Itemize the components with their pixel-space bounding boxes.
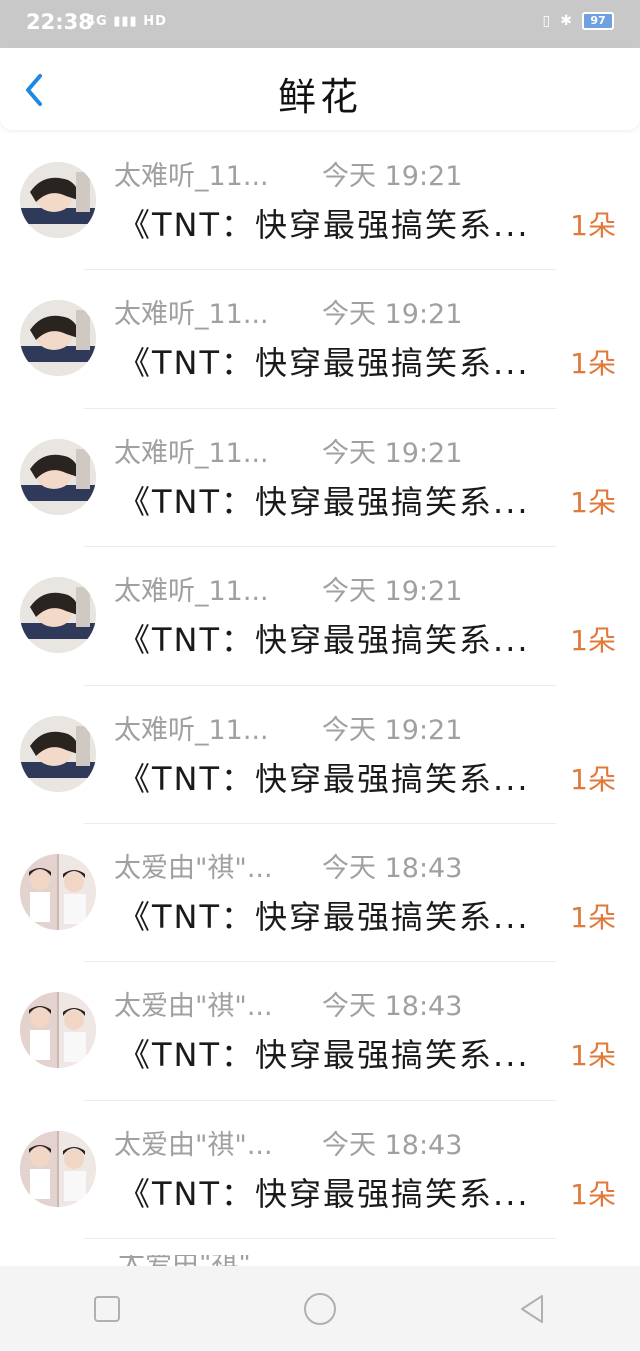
page-title: 鲜花 xyxy=(277,75,362,119)
list-item[interactable]: 太爱由"祺"... 今天 18:43 《TNT：快穿最强搞笑系... 1朵 xyxy=(0,1101,640,1240)
list-item[interactable]: 太爱由"祺"... 今天 18:43 《TNT：快穿最强搞笑系... 1朵 xyxy=(0,824,640,963)
status-icons-right: ▯ ✱ 97 xyxy=(543,12,614,30)
book-title: 《TNT：快穿最强搞笑系... xyxy=(118,1174,530,1213)
timestamp: 今天 19:21 xyxy=(322,576,463,608)
list-item[interactable]: 太难听_11... 今天 19:21 《TNT：快穿最强搞笑系... 1朵 xyxy=(0,686,640,824)
avatar[interactable] xyxy=(20,992,96,1069)
avatar[interactable] xyxy=(20,853,96,930)
book-title: 《TNT：快穿最强搞笑系... xyxy=(118,759,530,798)
book-title: 《TNT：快穿最强搞笑系... xyxy=(118,206,530,244)
flower-count: 1朵 xyxy=(570,347,616,381)
avatar[interactable] xyxy=(20,577,96,654)
flower-count: 1朵 xyxy=(570,900,616,934)
book-title: 《TNT：快穿最强搞笑系... xyxy=(118,897,530,936)
sender-name: 太难听_11... xyxy=(114,299,269,331)
book-title: 《TNT：快穿最强搞笑系... xyxy=(118,1036,530,1075)
divider xyxy=(84,1238,556,1240)
flower-count: 1朵 xyxy=(570,485,616,519)
timestamp: 今天 18:43 xyxy=(322,852,463,884)
sender-name: 太爱由"祺"... xyxy=(114,1129,273,1161)
list-item[interactable]: 太难听_11... 今天 19:21 《TNT：快穿最强搞笑系... 1朵 xyxy=(0,132,640,271)
status-time: 22:38 xyxy=(26,10,93,34)
avatar[interactable] xyxy=(20,162,96,238)
sender-name: 太难听_11... xyxy=(114,714,269,746)
list-item[interactable]: 太难听_11... 今天 19:21 《TNT：快穿最强搞笑系... 1朵 xyxy=(0,270,640,409)
battery-icon: 97 xyxy=(582,12,614,30)
flower-count: 1朵 xyxy=(570,1039,616,1073)
avatar[interactable] xyxy=(20,438,96,515)
system-nav-bar xyxy=(0,1266,640,1351)
book-title: 《TNT：快穿最强搞笑系... xyxy=(118,621,530,660)
avatar[interactable] xyxy=(20,300,96,377)
timestamp: 今天 19:21 xyxy=(322,299,463,331)
home-button[interactable] xyxy=(290,1279,350,1339)
sender-name: 太难听_11... xyxy=(114,161,269,192)
vibrate-icon: ▯ xyxy=(542,13,551,29)
sender-name: 太难听_11... xyxy=(114,437,269,469)
timestamp: 今天 19:21 xyxy=(322,437,463,469)
list-item[interactable]: 太爱由"祺"... 今天 18:43 《TNT：快穿最强搞笑系... 1朵 xyxy=(0,962,640,1101)
triangle-back-icon xyxy=(521,1294,544,1323)
flower-count: 1朵 xyxy=(570,209,616,242)
circle-icon xyxy=(303,1292,336,1325)
flower-count: 1朵 xyxy=(570,762,616,796)
nav-back-button[interactable] xyxy=(503,1279,563,1339)
list-item[interactable]: 太难听_11... 今天 19:21 《TNT：快穿最强搞笑系... 1朵 xyxy=(0,547,640,686)
signal-icon: 4G ▮▮▮ HD xyxy=(86,14,167,29)
sender-name: 太爱由"祺"... xyxy=(114,991,273,1023)
bluetooth-icon: ✱ xyxy=(560,13,572,29)
header: 鲜花 xyxy=(0,48,640,130)
timestamp: 今天 19:21 xyxy=(322,161,463,192)
list-item[interactable]: 太难听_11... 今天 19:21 《TNT：快穿最强搞笑系... 1朵 xyxy=(0,409,640,548)
flower-count: 1朵 xyxy=(570,1177,616,1211)
timestamp: 今天 19:21 xyxy=(322,714,463,746)
flower-count: 1朵 xyxy=(570,624,616,658)
avatar[interactable] xyxy=(20,1130,96,1207)
status-bar: 22:38 4G ▮▮▮ HD ▯ ✱ 97 xyxy=(0,0,640,48)
sender-name: 太爱由"祺"... xyxy=(114,852,273,884)
flower-list: 太难听_11... 今天 19:21 《TNT：快穿最强搞笑系... 1朵 太难听_11… xyxy=(0,132,640,1240)
timestamp: 今天 18:43 xyxy=(322,1129,463,1161)
sender-name: 太难听_11... xyxy=(114,576,269,608)
square-icon xyxy=(93,1295,120,1322)
avatar[interactable] xyxy=(20,715,96,792)
recent-apps-button[interactable] xyxy=(77,1279,137,1339)
timestamp: 今天 18:43 xyxy=(322,991,463,1023)
book-title: 《TNT：快穿最强搞笑系... xyxy=(118,344,530,383)
book-title: 《TNT：快穿最强搞笑系... xyxy=(118,482,530,521)
